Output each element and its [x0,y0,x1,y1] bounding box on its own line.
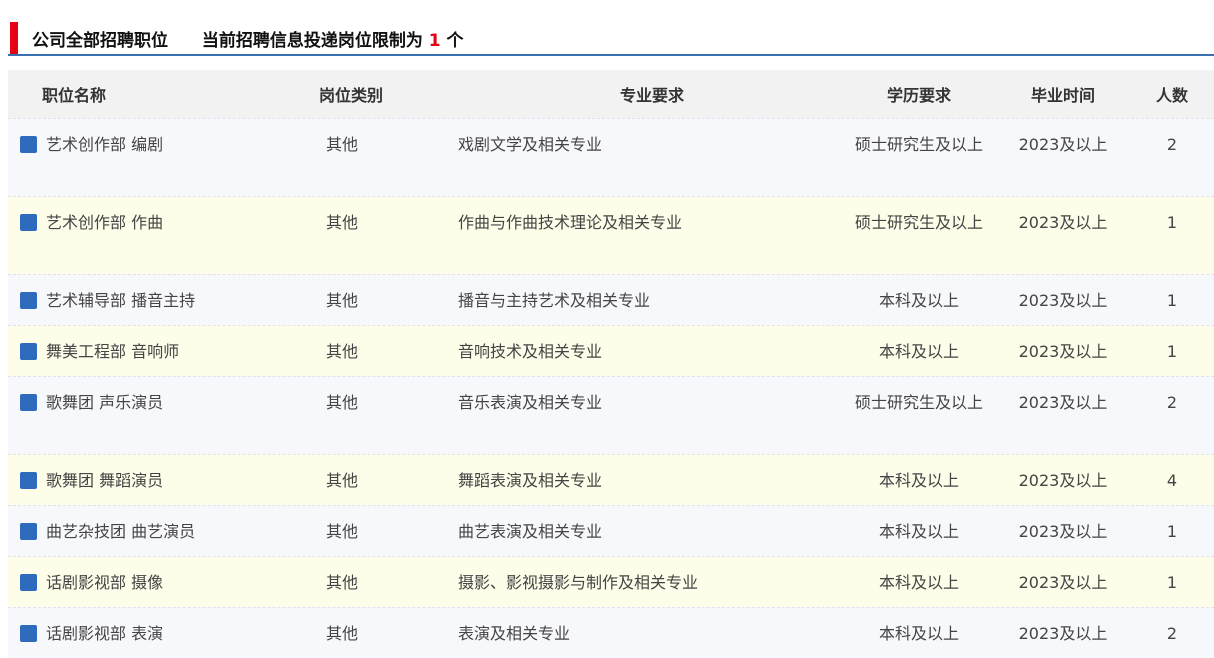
cell-position-name[interactable]: 艺术创作部 编剧 [8,119,282,196]
col-header-major: 专业要求 [619,86,684,105]
cell-education: 硕士研究生及以上 [854,135,983,154]
position-name-link[interactable]: 艺术创作部 作曲 [46,209,163,236]
position-name-link[interactable]: 舞美工程部 音响师 [46,338,179,365]
cell-position-name[interactable]: 话剧影视部 表演 [8,608,282,658]
cell-education: 硕士研究生及以上 [854,213,983,232]
table-row[interactable]: 曲艺杂技团 曲艺演员 其他 曲艺表演及相关专业 本科及以上 2023及以上 1 [8,505,1214,556]
cell-count: 1 [1166,213,1178,232]
cell-position-name[interactable]: 歌舞团 舞蹈演员 [8,455,282,505]
cell-count: 4 [1166,471,1178,490]
position-bullet-icon [20,523,37,540]
cell-major: 曲艺表演及相关专业 [458,522,603,541]
cell-position-name[interactable]: 歌舞团 声乐演员 [8,377,282,454]
cell-category: 其他 [325,624,358,643]
position-bullet-icon [20,343,37,360]
table-body: 艺术创作部 编剧 其他 戏剧文学及相关专业 硕士研究生及以上 2023及以上 2 艺术创作部… [8,118,1214,658]
positions-table: 职位名称 岗位类别 专业要求 学历要求 毕业时间 人数 艺术创作部 编剧 其他 戏剧… [8,70,1214,658]
cell-category: 其他 [325,213,358,232]
position-bullet-icon [20,574,37,591]
cell-category: 其他 [325,291,358,310]
page-title: 公司全部招聘职位 当前招聘信息投递岗位限制为 1 个 [32,26,464,51]
cell-graduation: 2023及以上 [1018,624,1108,643]
position-name-link[interactable]: 曲艺杂技团 曲艺演员 [46,518,195,545]
position-name-link[interactable]: 歌舞团 舞蹈演员 [46,467,163,494]
position-name-link[interactable]: 话剧影视部 摄像 [46,569,163,596]
cell-education: 本科及以上 [878,624,959,643]
position-bullet-icon [20,394,37,411]
cell-graduation: 2023及以上 [1018,573,1108,592]
position-name-link[interactable]: 歌舞团 声乐演员 [46,389,163,416]
table-row[interactable]: 艺术创作部 编剧 其他 戏剧文学及相关专业 硕士研究生及以上 2023及以上 2 [8,118,1214,196]
cell-count: 2 [1166,624,1178,643]
cell-category: 其他 [325,342,358,361]
limit-number: 1 [428,31,441,51]
cell-count: 2 [1166,393,1178,412]
limit-prefix: 当前招聘信息投递岗位限制为 [201,31,423,51]
cell-category: 其他 [325,393,358,412]
cell-position-name[interactable]: 话剧影视部 摄像 [8,557,282,607]
position-name-link[interactable]: 艺术辅导部 播音主持 [46,287,195,314]
cell-count: 1 [1166,342,1178,361]
table-row[interactable]: 歌舞团 声乐演员 其他 音乐表演及相关专业 硕士研究生及以上 2023及以上 2 [8,376,1214,454]
cell-major: 舞蹈表演及相关专业 [458,471,603,490]
cell-education: 本科及以上 [878,291,959,310]
cell-count: 1 [1166,291,1178,310]
cell-position-name[interactable]: 艺术辅导部 播音主持 [8,275,282,325]
cell-category: 其他 [325,471,358,490]
cell-graduation: 2023及以上 [1018,393,1108,412]
table-row[interactable]: 话剧影视部 表演 其他 表演及相关专业 本科及以上 2023及以上 2 [8,607,1214,658]
position-bullet-icon [20,214,37,231]
table-row[interactable]: 话剧影视部 摄像 其他 摄影、影视摄影与制作及相关专业 本科及以上 2023及以上 1 [8,556,1214,607]
cell-count: 2 [1166,135,1178,154]
cell-position-name[interactable]: 舞美工程部 音响师 [8,326,282,376]
title-text: 公司全部招聘职位 [32,31,168,51]
col-header-graduation: 毕业时间 [1030,86,1095,105]
position-bullet-icon [20,136,37,153]
col-header-education: 学历要求 [886,86,951,105]
limit-suffix: 个 [446,31,464,51]
cell-major: 摄影、影视摄影与制作及相关专业 [458,573,699,592]
position-name-link[interactable]: 艺术创作部 编剧 [46,131,163,158]
cell-major: 音响技术及相关专业 [458,342,603,361]
cell-graduation: 2023及以上 [1018,342,1108,361]
cell-education: 本科及以上 [878,522,959,541]
table-row[interactable]: 舞美工程部 音响师 其他 音响技术及相关专业 本科及以上 2023及以上 1 [8,325,1214,376]
col-header-count: 人数 [1155,86,1188,105]
cell-education: 本科及以上 [878,573,959,592]
cell-major: 戏剧文学及相关专业 [458,135,603,154]
cell-graduation: 2023及以上 [1018,291,1108,310]
col-header-name: 职位名称 [42,86,107,105]
page-header: 公司全部招聘职位 当前招聘信息投递岗位限制为 1 个 [8,20,1214,56]
cell-count: 1 [1166,522,1178,541]
position-bullet-icon [20,292,37,309]
cell-major: 表演及相关专业 [458,624,571,643]
position-bullet-icon [20,472,37,489]
cell-graduation: 2023及以上 [1018,471,1108,490]
cell-position-name[interactable]: 艺术创作部 作曲 [8,197,282,274]
cell-position-name[interactable]: 曲艺杂技团 曲艺演员 [8,506,282,556]
cell-graduation: 2023及以上 [1018,213,1108,232]
cell-major: 音乐表演及相关专业 [458,393,603,412]
position-name-link[interactable]: 话剧影视部 表演 [46,620,163,647]
table-row[interactable]: 歌舞团 舞蹈演员 其他 舞蹈表演及相关专业 本科及以上 2023及以上 4 [8,454,1214,505]
cell-category: 其他 [325,573,358,592]
table-row[interactable]: 艺术辅导部 播音主持 其他 播音与主持艺术及相关专业 本科及以上 2023及以上 1 [8,274,1214,325]
cell-category: 其他 [325,522,358,541]
position-bullet-icon [20,625,37,642]
cell-graduation: 2023及以上 [1018,522,1108,541]
header-accent-bar [10,22,18,54]
cell-education: 本科及以上 [878,471,959,490]
table-row[interactable]: 艺术创作部 作曲 其他 作曲与作曲技术理论及相关专业 硕士研究生及以上 2023及以上 1 [8,196,1214,274]
cell-major: 作曲与作曲技术理论及相关专业 [458,213,683,232]
cell-education: 硕士研究生及以上 [854,393,983,412]
cell-graduation: 2023及以上 [1018,135,1108,154]
table-header: 职位名称 岗位类别 专业要求 学历要求 毕业时间 人数 [8,70,1214,118]
cell-count: 1 [1166,573,1178,592]
cell-major: 播音与主持艺术及相关专业 [458,291,651,310]
cell-education: 本科及以上 [878,342,959,361]
col-header-category: 岗位类别 [318,86,383,105]
cell-category: 其他 [325,135,358,154]
